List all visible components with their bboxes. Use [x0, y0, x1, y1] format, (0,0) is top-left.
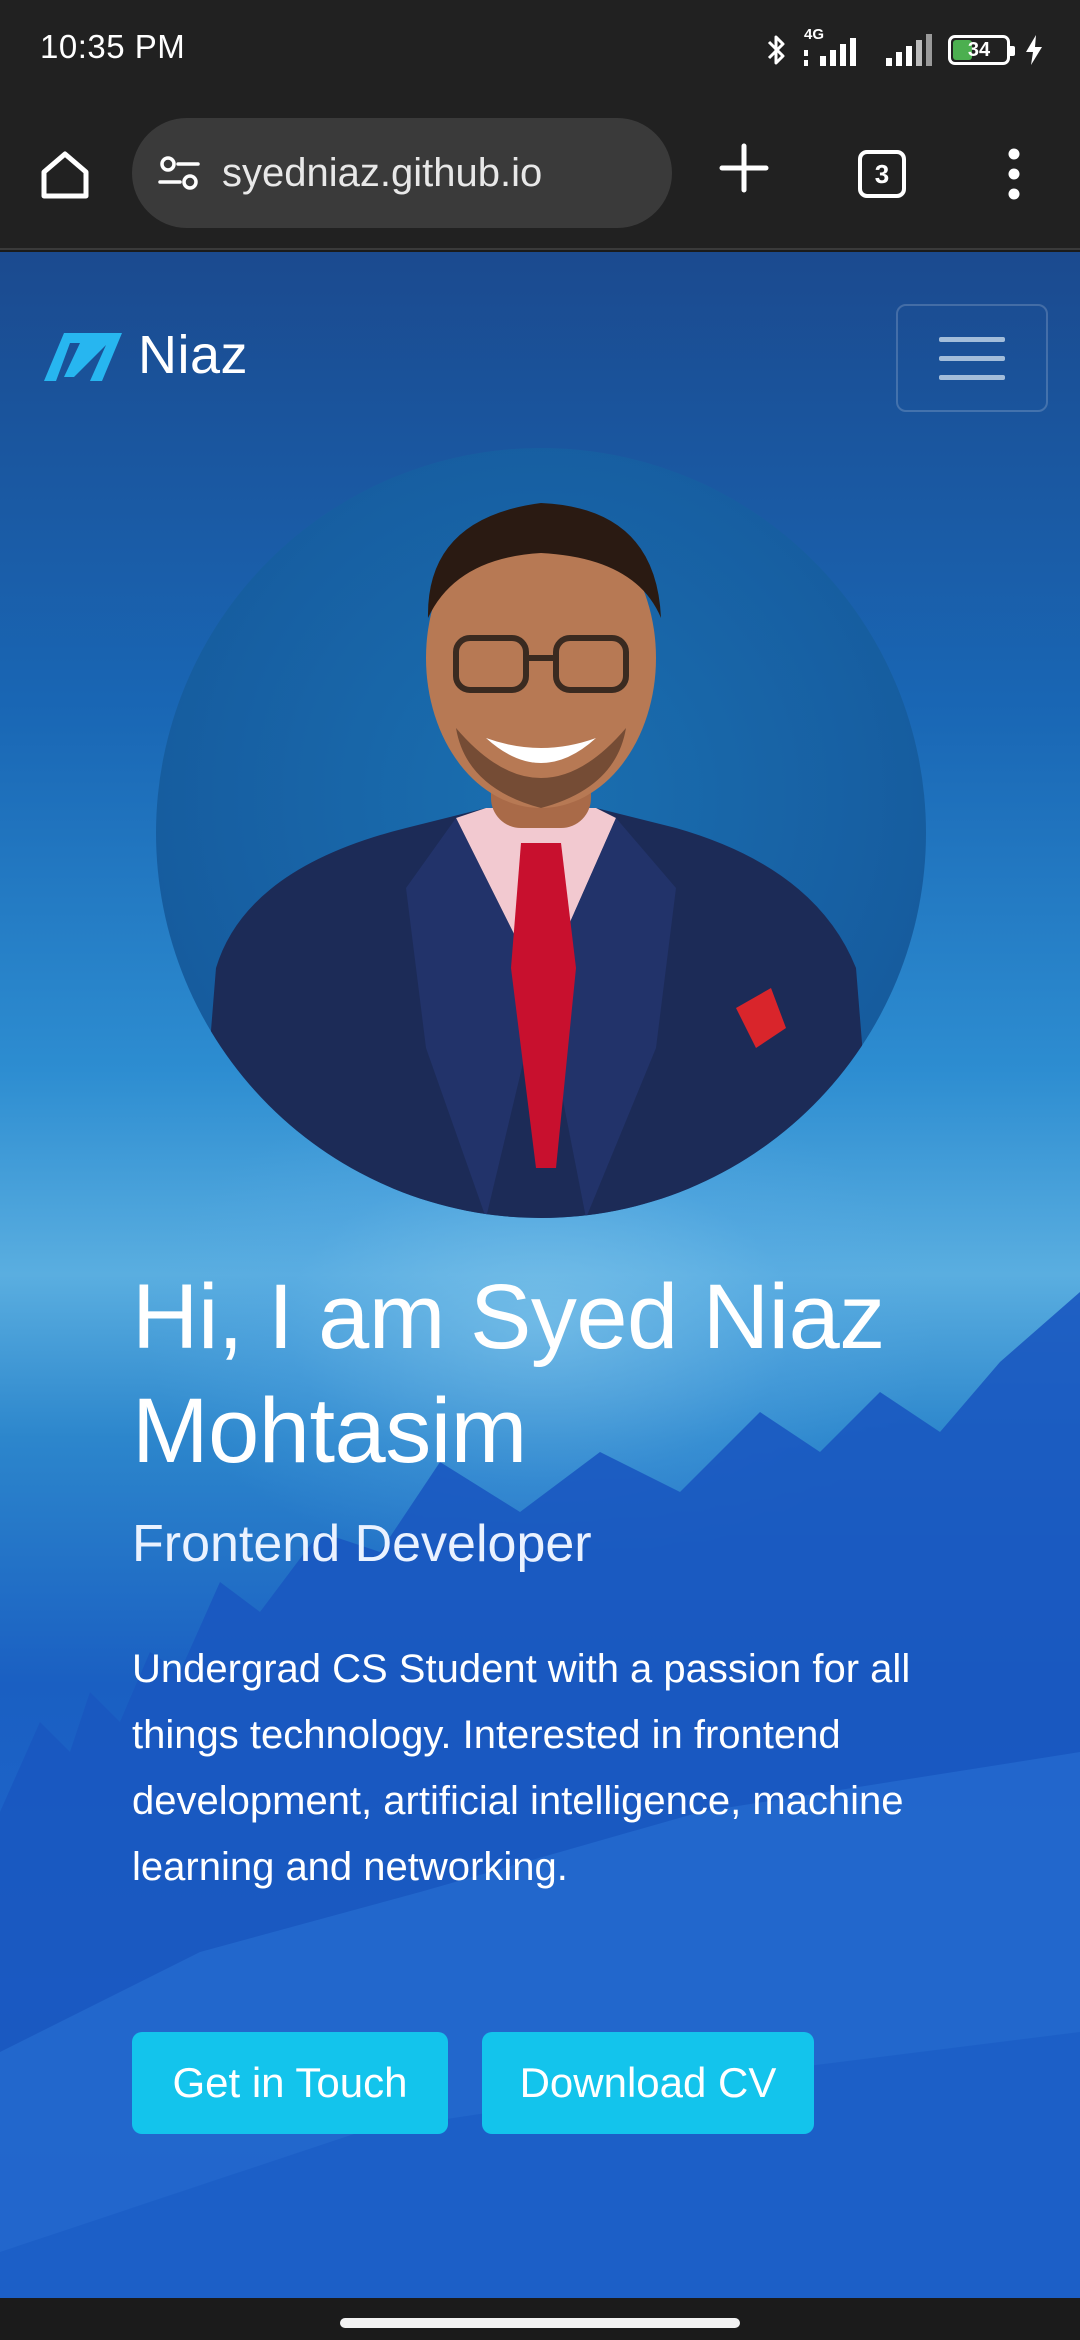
download-cv-button[interactable]: Download CV [482, 2032, 814, 2134]
plus-icon [719, 143, 769, 193]
more-vert-icon [1008, 148, 1020, 200]
status-time: 10:35 PM [40, 28, 186, 65]
get-in-touch-button[interactable]: Get in Touch [132, 2032, 448, 2134]
browser-toolbar: syedniaz.github.io 3 [0, 100, 1080, 250]
charging-icon [1024, 34, 1044, 66]
profile-portrait [196, 503, 876, 1218]
new-tab-button[interactable] [718, 142, 770, 194]
web-page: Niaz Hi, I am Syed Niaz Mohtasim Fronten… [0, 252, 1080, 2298]
signal-icon-secondary [884, 32, 934, 68]
url-text: syedniaz.github.io [222, 150, 543, 195]
home-icon [41, 151, 89, 199]
battery-icon: 34 [948, 35, 1015, 65]
hamburger-line [939, 374, 1005, 380]
site-settings-icon [158, 156, 200, 190]
bluetooth-icon [766, 33, 788, 67]
hero-description: Undergrad CS Student with a passion for … [132, 1647, 911, 1889]
tab-switcher-button[interactable]: 3 [858, 150, 906, 198]
home-button[interactable] [36, 146, 94, 204]
profile-photo [156, 448, 926, 1218]
menu-toggle-button[interactable] [896, 304, 1048, 412]
brand-name: Niaz [138, 325, 249, 385]
hamburger-line [939, 355, 1005, 361]
home-gesture-handle[interactable] [340, 2318, 740, 2328]
signal-icon: 4G [802, 26, 870, 68]
status-bar: 10:35 PM 4G 34 [0, 0, 1080, 100]
more-vert-button[interactable] [996, 146, 1032, 202]
battery-level: 34 [967, 38, 991, 61]
hamburger-line [939, 336, 1005, 342]
brand-logo-icon [44, 333, 122, 381]
status-icons: 4G 34 [766, 26, 1044, 70]
navbar-brand[interactable]: Niaz [42, 324, 248, 386]
hero-title: Hi, I am Syed Niaz Mohtasim [132, 1266, 885, 1482]
network-type-label: 4G [804, 26, 825, 43]
address-bar[interactable]: syedniaz.github.io [132, 118, 672, 228]
gesture-nav-area [0, 2298, 1080, 2340]
hero-subtitle: Frontend Developer [132, 1515, 592, 1573]
